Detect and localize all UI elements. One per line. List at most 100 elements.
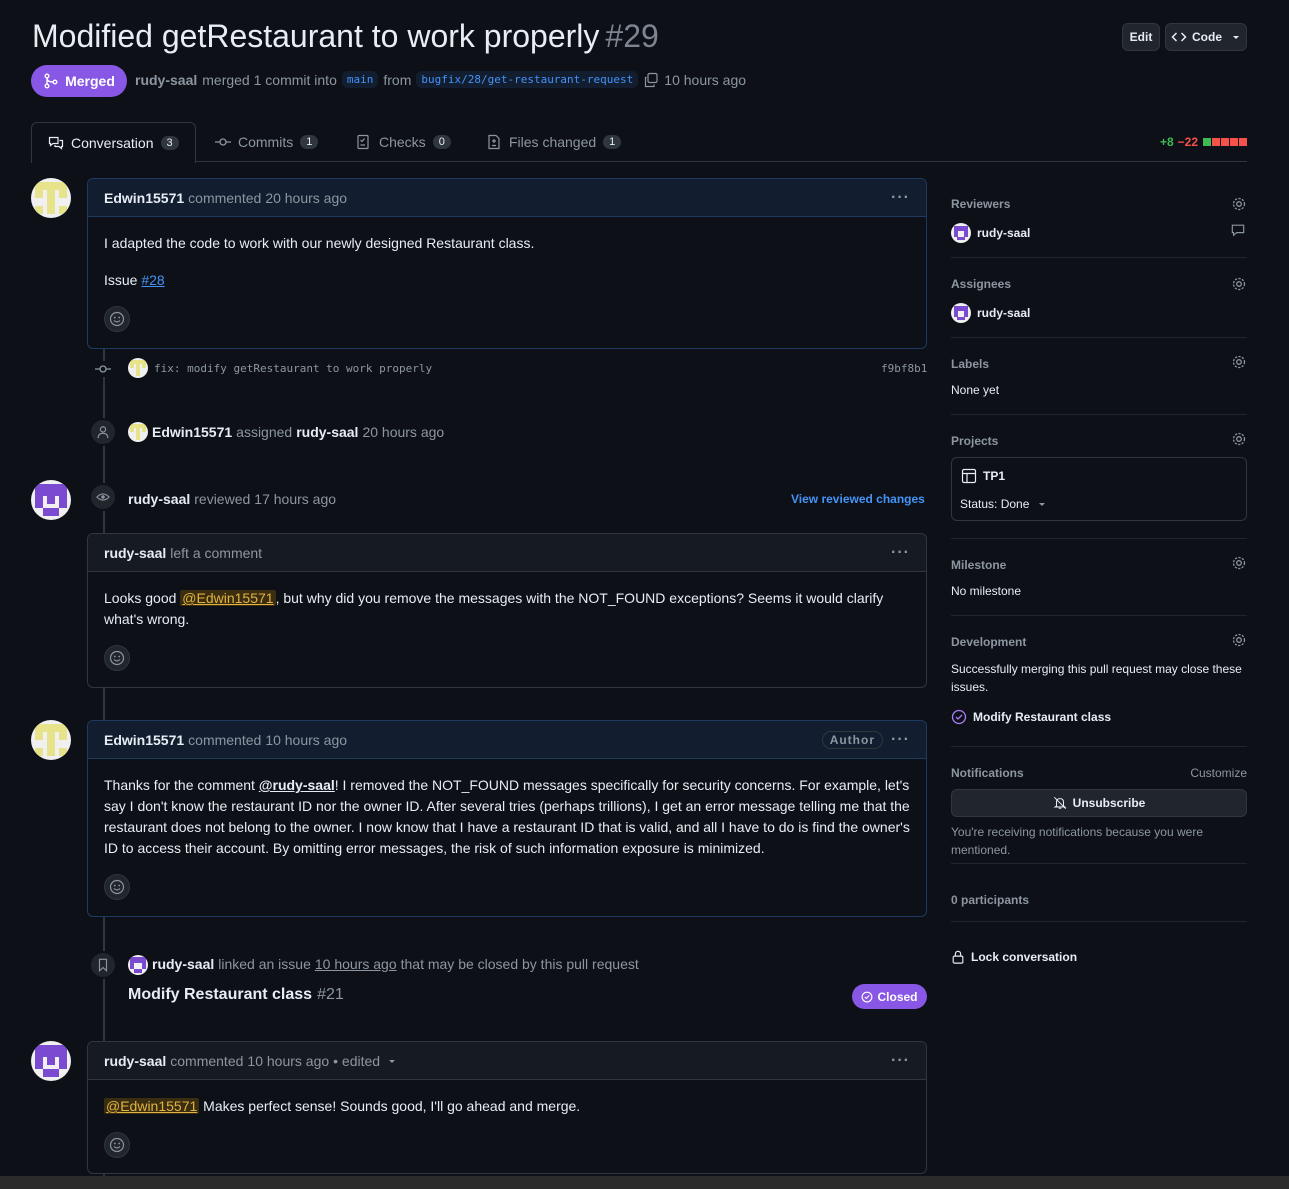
merger-link[interactable]: rudy-saal [135,72,197,88]
add-reaction-button[interactable] [104,645,130,671]
project-name[interactable]: TP1 [983,469,1005,483]
development-text: Successfully merging this pull request m… [951,662,1242,694]
linked-issue[interactable]: Modify Restaurant class #21 [128,986,344,1004]
project-status[interactable]: Status: Done [960,497,1047,511]
comment-time[interactable]: 10 hours ago [247,1053,329,1069]
code-button[interactable]: Code [1165,23,1247,51]
sidebar-assignees: Assignees rudy-saal [951,258,1247,338]
gear-icon[interactable] [1231,632,1247,648]
avatar-edwin[interactable] [31,178,71,218]
review-event-text: rudy-saal reviewed 17 hours ago [128,491,336,507]
comment-author[interactable]: Edwin15571 [104,190,184,206]
check-circle-icon [862,991,873,1002]
gear-icon[interactable] [1231,555,1247,571]
comment-text-post: Makes perfect sense! Sounds good, I'll g… [199,1098,581,1114]
issue-link[interactable]: #28 [141,272,164,288]
git-merge-icon [44,73,58,89]
chevron-down-icon [1039,503,1046,506]
assign-time: 20 hours ago [362,424,445,440]
reviewer-avatar [951,223,971,243]
comment-header-right: Author ··· [821,730,910,749]
comment-body: Thanks for the comment @rudy-saal! I rem… [88,759,926,883]
assign-actor-avatar[interactable] [128,422,148,442]
comment-author[interactable]: rudy-saal [104,1053,166,1069]
gear-icon[interactable] [1231,196,1247,212]
comment-header: rudy-saal commented 10 hours ago • edite… [88,1042,926,1080]
copy-icon[interactable] [643,72,659,88]
lock-conversation-link[interactable]: Lock conversation [951,950,1077,964]
tab-checks-count: 0 [432,135,451,149]
tab-commits[interactable]: Commits 1 [215,122,319,162]
base-branch[interactable]: main [341,71,379,88]
issue-state-label: Closed [877,989,918,1004]
project-card[interactable]: TP1 Status: Done [951,457,1247,521]
pr-tabs: Conversation 3 Commits 1 Checks 0 Files … [31,122,1247,163]
tab-conversation[interactable]: Conversation 3 [31,122,196,163]
gear-icon[interactable] [1231,354,1247,370]
assignee-avatar [951,303,971,323]
development-issue-title: Modify Restaurant class [973,710,1112,724]
add-reaction-button[interactable] [104,1132,130,1158]
milestone-label: Milestone [951,558,1007,572]
projects-label: Projects [951,434,999,448]
smiley-icon [109,311,125,327]
user-mention[interactable]: @Edwin15571 [104,1098,200,1114]
head-branch[interactable]: bugfix/28/get-restaurant-request [416,71,639,88]
link-actor[interactable]: rudy-saal [152,956,214,972]
comment-action: commented [170,1052,244,1069]
comment-card: Edwin15571 commented 20 hours ago ··· I … [87,178,927,349]
link-time[interactable]: 10 hours ago [315,956,397,972]
add-reaction-button[interactable] [104,874,130,900]
view-reviewed-changes-link[interactable]: View reviewed changes [791,492,925,506]
comment-icon[interactable] [1231,223,1245,237]
tab-checks[interactable]: Checks 0 [356,122,451,162]
comment-discussion-icon [48,136,64,150]
kebab-menu-icon[interactable]: ··· [891,731,910,749]
avatar-rudy[interactable] [31,480,71,520]
diff-deletions: −22 [1177,135,1198,149]
comment-header: rudy-saal left a comment ··· [88,534,926,572]
unsubscribe-button[interactable]: Unsubscribe [951,789,1247,817]
pr-number: #29 [605,18,659,54]
assign-target[interactable]: rudy-saal [296,424,358,440]
assign-actor[interactable]: Edwin15571 [152,424,232,440]
comment-author[interactable]: rudy-saal [104,545,166,561]
avatar-edwin[interactable] [31,720,71,760]
avatar-rudy[interactable] [31,1041,71,1081]
reviewer-name[interactable]: rudy-saal [128,491,190,507]
development-label: Development [951,635,1027,649]
comment-time[interactable]: 10 hours ago [265,732,347,748]
linked-issue-title[interactable]: Modify Restaurant class [128,986,312,1004]
git-commit-icon [215,138,231,146]
commit-author-avatar[interactable] [128,358,148,378]
user-mention[interactable]: @rudy-saal [259,777,335,793]
merged-label: Merged [65,73,115,89]
gear-icon[interactable] [1231,431,1247,447]
chevron-down-icon[interactable] [387,1056,397,1066]
link-post: that may be closed by this pull request [400,956,639,972]
kebab-menu-icon[interactable]: ··· [891,1052,910,1070]
diff-additions: +8 [1159,135,1174,149]
gear-icon[interactable] [1231,276,1247,292]
issue-closed-icon [951,709,967,725]
development-issue[interactable]: Modify Restaurant class [951,709,1111,725]
author-badge: Author [821,730,884,749]
comment-author[interactable]: Edwin15571 [104,732,184,748]
commit-sha[interactable]: f9bf8b1 [881,362,927,375]
comment-time[interactable]: 20 hours ago [265,190,347,206]
edit-button[interactable]: Edit [1122,23,1160,51]
user-mention[interactable]: @Edwin15571 [180,590,276,606]
assignee-item[interactable]: rudy-saal [951,303,1030,323]
link-actor-avatar[interactable] [128,955,148,975]
tab-conversation-label: Conversation [71,135,154,151]
kebab-menu-icon[interactable]: ··· [891,544,910,562]
comment-card: rudy-saal commented 10 hours ago • edite… [87,1041,927,1174]
kebab-menu-icon[interactable]: ··· [891,189,910,207]
reviewer-item[interactable]: rudy-saal [951,223,1030,243]
tab-files-changed[interactable]: Files changed 1 [486,122,622,162]
comment-header: Edwin15571 commented 20 hours ago ··· [88,179,926,217]
edited-indicator[interactable]: • edited [333,1053,380,1069]
customize-link[interactable]: Customize [1190,766,1247,780]
commit-message[interactable]: fix: modify getRestaurant to work proper… [154,362,432,375]
add-reaction-button[interactable] [104,306,130,332]
